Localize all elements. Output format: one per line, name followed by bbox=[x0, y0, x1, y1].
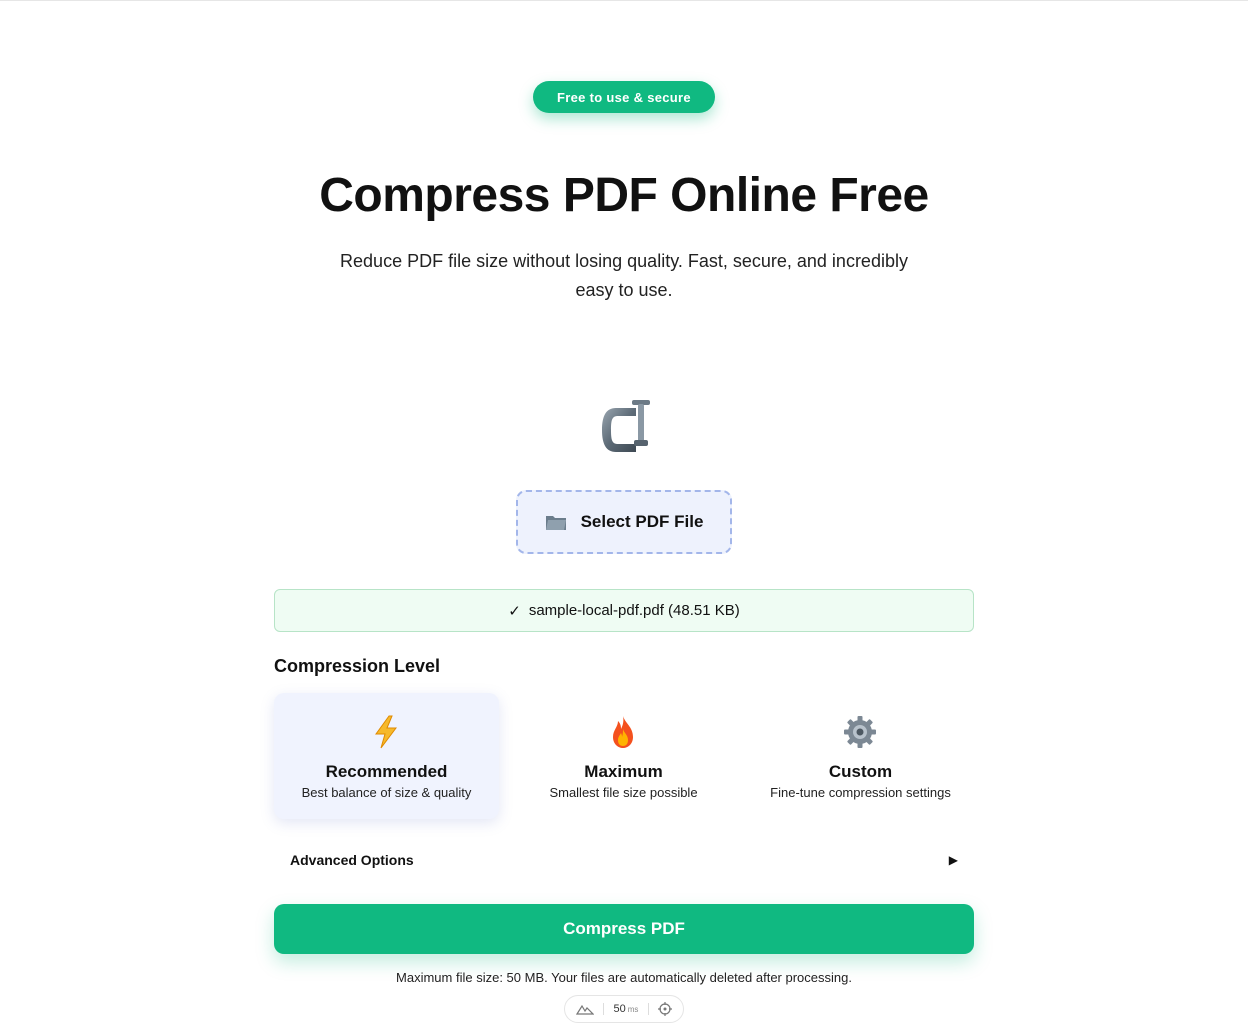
perf-widget[interactable]: 50 ms bbox=[564, 995, 684, 1023]
lightning-icon bbox=[375, 715, 397, 749]
file-size-note: Maximum file size: 50 MB. Your files are… bbox=[396, 970, 852, 985]
compression-level-heading: Compression Level bbox=[274, 656, 441, 676]
free-secure-badge: Free to use & secure bbox=[533, 81, 715, 113]
check-icon: ✓ bbox=[508, 602, 521, 620]
level-name: Maximum bbox=[584, 762, 663, 781]
selected-file-label: sample-local-pdf.pdf (48.51 KB) bbox=[528, 602, 740, 619]
advanced-options-toggle[interactable]: Advanced Options ▶ bbox=[274, 842, 972, 878]
level-custom[interactable]: Custom Fine-tune compression settings bbox=[748, 693, 973, 819]
level-desc: Fine-tune compression settings bbox=[770, 785, 951, 800]
page-subtitle: Reduce PDF file size without losing qual… bbox=[340, 251, 908, 300]
level-recommended[interactable]: Recommended Best balance of size & quali… bbox=[274, 693, 499, 819]
compress-pdf-button[interactable]: Compress PDF bbox=[274, 904, 974, 954]
level-desc: Best balance of size & quality bbox=[301, 785, 472, 800]
selected-file-bar: ✓ sample-local-pdf.pdf (48.51 KB) bbox=[274, 589, 974, 632]
perf-separator bbox=[603, 1003, 605, 1015]
select-pdf-button[interactable]: Select PDF File bbox=[516, 490, 732, 554]
page-title: Compress PDF Online Free bbox=[319, 169, 929, 222]
top-divider bbox=[0, 0, 1248, 1]
perf-readout: 50 ms bbox=[614, 1003, 639, 1015]
folder-icon bbox=[545, 516, 566, 530]
perf-unit: ms bbox=[627, 1005, 639, 1014]
gear-icon bbox=[844, 716, 876, 748]
level-desc: Smallest file size possible bbox=[549, 785, 698, 800]
fire-icon bbox=[613, 716, 633, 748]
select-pdf-label: Select PDF File bbox=[580, 512, 704, 531]
level-name: Recommended bbox=[325, 762, 448, 781]
level-name: Custom bbox=[828, 762, 893, 781]
target-icon[interactable] bbox=[658, 1002, 673, 1016]
perf-value: 50 bbox=[613, 1003, 626, 1015]
advanced-options-label: Advanced Options bbox=[290, 852, 414, 868]
clamp-icon bbox=[602, 400, 650, 452]
level-maximum[interactable]: Maximum Smallest file size possible bbox=[511, 693, 736, 819]
expand-arrow-icon: ▶ bbox=[948, 853, 958, 867]
mountain-icon bbox=[575, 1004, 594, 1015]
perf-separator bbox=[647, 1003, 649, 1015]
page: Free to use & secure Compress PDF Online… bbox=[0, 0, 1248, 1025]
